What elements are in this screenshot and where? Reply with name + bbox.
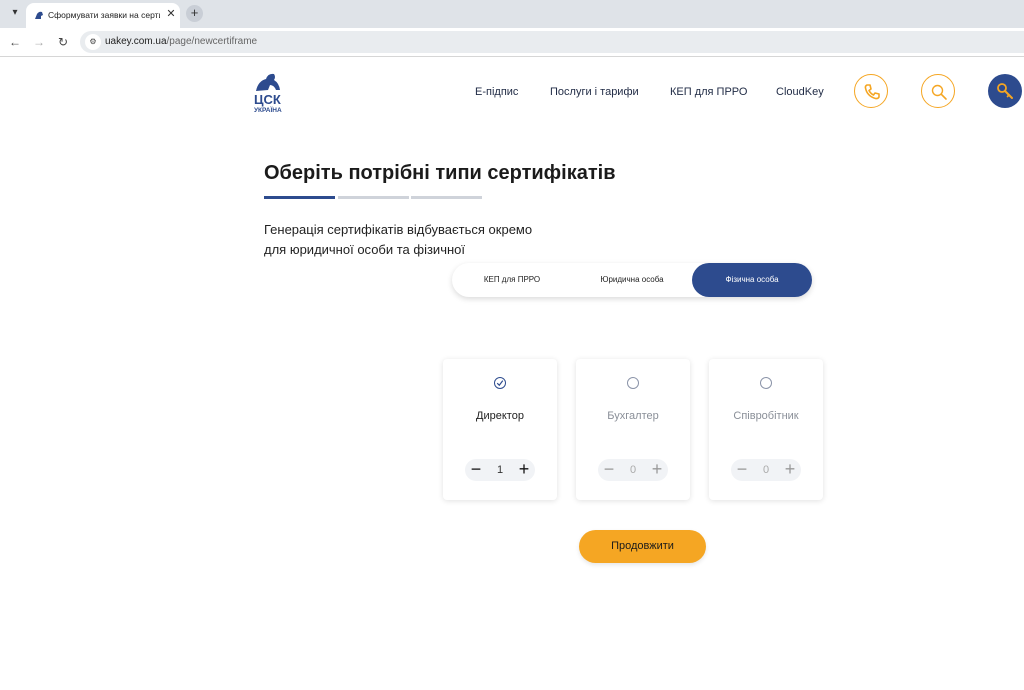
tab-kep-prro[interactable]: КЕП для ПРРО	[452, 263, 572, 297]
quantity-value[interactable]: 0	[620, 459, 646, 481]
nav-cloudkey[interactable]: CloudKey	[776, 85, 824, 99]
tab-legal-entity[interactable]: Юридична особа	[572, 263, 692, 297]
browser-tab[interactable]: Сформувати заявки на сертиф ✕	[26, 3, 180, 28]
quantity-stepper: − 0 +	[731, 459, 801, 481]
svg-text:ЦСК: ЦСК	[254, 92, 281, 107]
decrement-button[interactable]: −	[465, 459, 487, 481]
description-line-2: для юридичної особи та фізичної	[264, 242, 465, 257]
phone-icon	[864, 84, 880, 100]
role-card-director[interactable]: Директор − 1 +	[443, 359, 557, 500]
quantity-stepper: − 1 +	[465, 459, 535, 481]
browser-address-bar: ← → ↻ ⚙ uakey.com.ua/page/newcertiframe	[0, 28, 1024, 57]
page-title: Оберіть потрібні типи сертифікатів	[264, 162, 616, 184]
url-path: /page/newcertiframe	[166, 36, 258, 47]
key-icon	[997, 83, 1013, 99]
quantity-stepper: − 0 +	[598, 459, 668, 481]
increment-button[interactable]: +	[779, 459, 801, 481]
new-tab-button[interactable]: +	[186, 5, 203, 22]
radio-checked-icon[interactable]	[494, 377, 506, 389]
back-arrow-icon[interactable]: ←	[8, 35, 22, 49]
quantity-value[interactable]: 1	[487, 459, 513, 481]
account-key-button[interactable]	[988, 74, 1022, 108]
url-host: uakey.com.ua	[105, 36, 167, 47]
search-icon	[931, 84, 947, 100]
site-info-icon[interactable]: ⚙	[85, 34, 101, 50]
radio-unchecked-icon[interactable]	[760, 377, 772, 389]
description-line-1: Генерація сертифікатів відбувається окре…	[264, 222, 533, 237]
reload-icon[interactable]: ↻	[56, 35, 70, 49]
phone-button[interactable]	[854, 74, 888, 108]
radio-unchecked-icon[interactable]	[627, 377, 639, 389]
decrement-button[interactable]: −	[731, 459, 753, 481]
url-field[interactable]: ⚙ uakey.com.ua/page/newcertiframe	[80, 31, 1024, 53]
increment-button[interactable]: +	[646, 459, 668, 481]
nav-e-signature[interactable]: Е-підпис	[475, 85, 518, 99]
quantity-value[interactable]: 0	[753, 459, 779, 481]
tab-list-chevron-icon[interactable]: ▾	[8, 6, 22, 20]
role-label: Бухгалтер	[607, 410, 659, 422]
site-favicon-icon	[35, 11, 43, 19]
role-card-employee[interactable]: Співробітник − 0 +	[709, 359, 823, 500]
svg-text:УКРАЇНА: УКРАЇНА	[254, 106, 282, 113]
csk-ukraine-logo[interactable]: ЦСК УКРАЇНА	[252, 71, 290, 113]
tab-individual[interactable]: Фізична особа	[692, 263, 812, 297]
role-card-accountant[interactable]: Бухгалтер − 0 +	[576, 359, 690, 500]
decrement-button[interactable]: −	[598, 459, 620, 481]
step-indicator-1	[264, 196, 335, 199]
tab-close-icon[interactable]: ✕	[165, 8, 177, 20]
browser-tab-bar: ▾ Сформувати заявки на сертиф ✕ +	[0, 0, 1024, 28]
role-label: Директор	[476, 410, 524, 422]
description: Генерація сертифікатів відбувається окре…	[264, 220, 584, 260]
forward-arrow-icon[interactable]: →	[32, 35, 46, 49]
step-indicator-3	[411, 196, 482, 199]
nav-kep-prro[interactable]: КЕП для ПРРО	[670, 85, 747, 99]
continue-button[interactable]: Продовжити	[579, 530, 706, 563]
search-button[interactable]	[921, 74, 955, 108]
step-indicator-2	[338, 196, 409, 199]
tab-title: Сформувати заявки на сертиф	[48, 10, 160, 20]
increment-button[interactable]: +	[513, 459, 535, 481]
role-label: Співробітник	[733, 410, 799, 422]
nav-services-tariffs[interactable]: Послуги і тарифи	[550, 85, 639, 99]
certificate-type-switch: КЕП для ПРРО Юридична особа Фізична особ…	[452, 263, 812, 297]
